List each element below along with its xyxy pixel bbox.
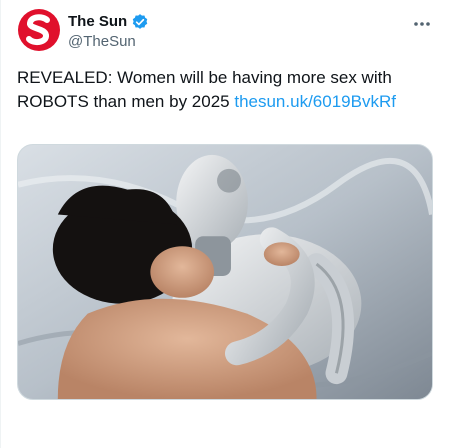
media-photo <box>18 145 432 399</box>
the-sun-logo-icon <box>18 9 60 51</box>
tweet-text: REVEALED: Women will be having more sex … <box>17 66 427 114</box>
author-display-name[interactable]: The Sun <box>68 12 127 32</box>
tweet-media-image[interactable] <box>17 144 433 400</box>
tweet-link[interactable]: thesun.uk/6019BvkRf <box>234 92 396 111</box>
verified-badge-icon <box>131 13 149 31</box>
avatar[interactable] <box>17 8 61 52</box>
more-options-button[interactable] <box>411 14 433 34</box>
tweet-card[interactable]: The Sun @TheSun REVEALED: Women will be … <box>0 0 449 448</box>
author-name-row: The Sun <box>68 12 149 32</box>
author-handle[interactable]: @TheSun <box>68 32 136 52</box>
more-horizontal-icon <box>414 22 430 26</box>
